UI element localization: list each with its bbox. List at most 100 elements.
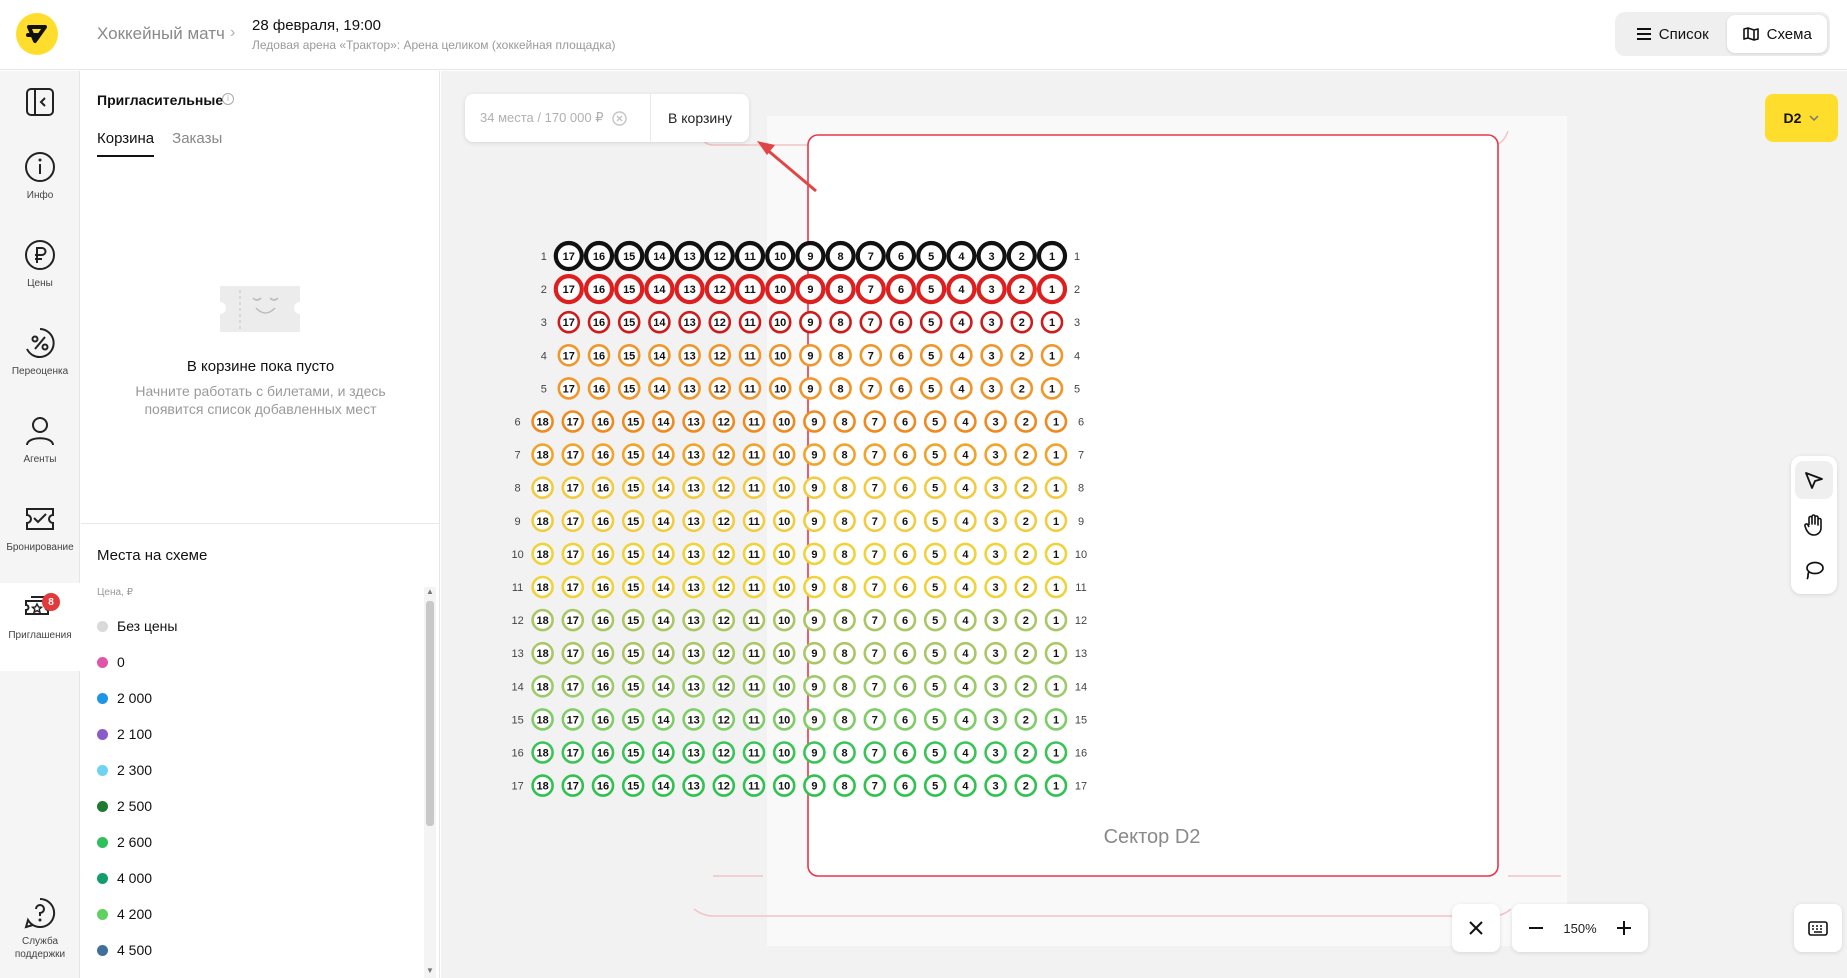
hand-tool[interactable]: [1795, 506, 1833, 544]
seat[interactable]: 2: [1014, 542, 1038, 566]
tab-cart[interactable]: Корзина: [97, 130, 155, 157]
seat[interactable]: 16: [591, 641, 615, 665]
seat[interactable]: 14: [652, 410, 675, 433]
seat[interactable]: 14: [644, 274, 675, 305]
seat[interactable]: 2: [1014, 774, 1038, 797]
seat[interactable]: 10: [765, 274, 796, 305]
seat[interactable]: 4: [954, 575, 977, 599]
seat[interactable]: 2: [1014, 708, 1038, 731]
seat[interactable]: 6: [893, 509, 917, 533]
seat[interactable]: 15: [617, 343, 641, 367]
seat[interactable]: 14: [648, 377, 671, 400]
seat[interactable]: 17: [561, 741, 585, 764]
seat-map[interactable]: 1 112345678910111213141516172 212345678910…: [441, 71, 1847, 978]
seat[interactable]: 8: [833, 509, 856, 533]
seat[interactable]: 15: [621, 774, 645, 797]
seat[interactable]: 18: [531, 575, 554, 599]
seat[interactable]: 18: [531, 774, 554, 797]
pointer-tool[interactable]: [1795, 461, 1833, 499]
seat[interactable]: 10: [772, 410, 796, 433]
seat[interactable]: 13: [682, 674, 705, 698]
seat[interactable]: 3: [984, 674, 1007, 698]
seat[interactable]: 5: [923, 674, 947, 698]
seat[interactable]: 10: [772, 476, 796, 500]
seat[interactable]: 17: [561, 542, 585, 566]
seat[interactable]: 13: [678, 343, 701, 367]
legend-item[interactable]: 2 300: [97, 752, 177, 788]
seat[interactable]: 4: [954, 542, 977, 566]
seat[interactable]: 3: [984, 608, 1007, 632]
seat[interactable]: 2: [1014, 443, 1038, 466]
seat[interactable]: 4: [950, 310, 973, 334]
seat[interactable]: 4: [946, 274, 977, 305]
seat[interactable]: 7: [863, 774, 887, 797]
seat[interactable]: 6: [889, 343, 913, 367]
seat[interactable]: 17: [561, 575, 585, 599]
legend-item[interactable]: 4 500: [97, 932, 177, 968]
seat[interactable]: 18: [531, 542, 554, 566]
seat[interactable]: 5: [923, 509, 947, 533]
seat[interactable]: 3: [984, 575, 1007, 599]
seat[interactable]: 12: [712, 476, 736, 500]
seat[interactable]: 17: [561, 708, 585, 731]
seat-map-canvas[interactable]: 1 1 1 2 3 4 5 6 7 8 9 10 11 12 13 14 15 16 17 2 2 1 2 3 4 5 6 7 8 9 10…: [441, 71, 1847, 978]
scroll-up-arrow-icon[interactable]: ▲: [424, 587, 436, 599]
seat[interactable]: 2: [1014, 674, 1038, 698]
seat[interactable]: 6: [893, 476, 917, 500]
seat[interactable]: 11: [742, 542, 766, 566]
seat[interactable]: 16: [591, 410, 615, 433]
seat[interactable]: 12: [708, 343, 732, 367]
legend-item[interactable]: 0: [97, 644, 177, 680]
seat[interactable]: 8: [829, 343, 852, 367]
seat[interactable]: 13: [682, 575, 705, 599]
seat[interactable]: 3: [984, 542, 1007, 566]
seat[interactable]: 8: [829, 377, 852, 400]
seat[interactable]: 18: [531, 509, 554, 533]
seat[interactable]: 1: [1036, 274, 1068, 305]
keyboard-shortcuts-button[interactable]: [1794, 904, 1842, 952]
seat[interactable]: 17: [561, 443, 585, 466]
seat[interactable]: 15: [621, 608, 645, 632]
seat[interactable]: 12: [708, 377, 732, 400]
zoom-in-button[interactable]: [1610, 914, 1638, 942]
seat[interactable]: 10: [772, 641, 796, 665]
seat[interactable]: 16: [591, 741, 615, 764]
seat[interactable]: 13: [682, 509, 705, 533]
seat[interactable]: 1: [1040, 343, 1064, 367]
seat[interactable]: 11: [738, 377, 762, 400]
seat[interactable]: 12: [712, 674, 736, 698]
seat[interactable]: 6: [889, 310, 913, 334]
legend-item[interactable]: 2 500: [97, 788, 177, 824]
add-to-cart-button[interactable]: В корзину: [651, 110, 749, 126]
seat[interactable]: 12: [712, 774, 736, 797]
seat[interactable]: 3: [980, 343, 1003, 367]
seat[interactable]: 15: [621, 641, 645, 665]
seat[interactable]: 2: [1010, 343, 1034, 367]
seat[interactable]: 11: [734, 274, 766, 305]
seat[interactable]: 4: [954, 476, 977, 500]
seat[interactable]: 5: [923, 641, 947, 665]
seat[interactable]: 1: [1044, 641, 1068, 665]
seat[interactable]: 1: [1044, 674, 1068, 698]
seat[interactable]: 11: [742, 674, 766, 698]
legend-item[interactable]: 4 000: [97, 860, 177, 896]
seat[interactable]: 8: [833, 410, 856, 433]
seat[interactable]: 2: [1014, 410, 1038, 433]
sector-select[interactable]: D2: [1765, 94, 1838, 142]
seat[interactable]: 14: [644, 240, 675, 272]
seat[interactable]: 13: [682, 641, 705, 665]
seat[interactable]: 16: [591, 509, 615, 533]
seat[interactable]: 16: [587, 343, 611, 367]
seat[interactable]: 15: [617, 310, 641, 334]
seat[interactable]: 15: [617, 377, 641, 400]
seat[interactable]: 8: [833, 674, 856, 698]
seat[interactable]: 9: [803, 509, 826, 533]
info-small-icon[interactable]: i: [222, 93, 234, 105]
rail-item-booking[interactable]: Бронирование: [0, 503, 80, 554]
seat[interactable]: 2: [1014, 509, 1038, 533]
seat[interactable]: 17: [557, 377, 581, 400]
seat[interactable]: 3: [984, 641, 1007, 665]
seat[interactable]: 1: [1040, 310, 1064, 334]
seat[interactable]: 5: [923, 542, 947, 566]
rail-item-info[interactable]: Инфо: [0, 151, 80, 202]
